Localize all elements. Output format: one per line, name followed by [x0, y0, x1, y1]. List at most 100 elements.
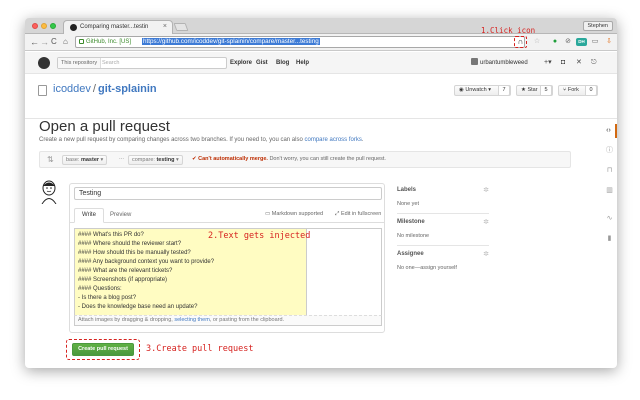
base-branch-select[interactable]: base: master ▾ — [62, 155, 108, 165]
bookmark-star-icon[interactable]: ☆ — [532, 37, 542, 47]
fullscreen-link[interactable]: ⤢ Edit in fullscreen — [335, 211, 381, 218]
fork-label: Fork — [567, 87, 579, 93]
browser-toolbar: ← → C ⌂ GitHub, Inc. [US] https://github… — [25, 34, 617, 51]
user-menu[interactable]: urbantumbleweed — [471, 57, 528, 69]
attach-images-bar[interactable]: Attach images by dragging & dropping, se… — [74, 315, 382, 326]
fork-count[interactable]: 0 — [585, 85, 597, 96]
page-title: Open a pull request — [39, 118, 170, 135]
ev-label: GitHub, Inc. [US] — [86, 38, 132, 45]
star-button[interactable]: ★ Star 5 — [516, 85, 553, 96]
github-header: This repository Search Explore Gist Blog… — [25, 52, 617, 74]
address-bar[interactable]: GitHub, Inc. [US] https://github.com/ico… — [75, 36, 525, 48]
close-window-button[interactable] — [32, 23, 38, 29]
minimize-window-button[interactable] — [41, 23, 47, 29]
octocat-logo-icon[interactable] — [38, 57, 50, 69]
repo-name-link[interactable]: git-splainin — [98, 83, 157, 95]
nav-explore[interactable]: Explore — [230, 57, 252, 69]
base-branch: master — [80, 157, 100, 163]
unwatch-button[interactable]: ◉ Unwatch ▾ 7 — [454, 85, 511, 96]
search-input[interactable]: Search — [102, 58, 119, 68]
tab-preview[interactable]: Preview — [110, 209, 131, 222]
range-dots: ... — [119, 155, 125, 161]
new-tab-button[interactable] — [173, 23, 189, 31]
markdown-supported-link[interactable]: ▭ Markdown supported — [265, 211, 323, 217]
markdown-label: Markdown supported — [271, 211, 324, 217]
username: urbantumbleweed — [480, 60, 528, 66]
divider — [397, 213, 489, 214]
merge-note: Don't worry, you can still create the pu… — [267, 156, 386, 162]
profile-button[interactable]: Stephen — [582, 21, 613, 31]
dh-extension-icon[interactable]: DH — [576, 38, 587, 46]
notifications-icon[interactable]: ◘ — [561, 57, 565, 69]
author-avatar — [41, 180, 57, 204]
compare-branch-select[interactable]: compare: testing ▾ — [128, 155, 183, 165]
labels-gear-icon[interactable]: ✲ — [483, 186, 489, 194]
cast-icon[interactable]: ▭ — [590, 37, 600, 47]
repo-title: icoddev / git-splainin — [53, 83, 157, 95]
compare-arrows-icon: ⇅ — [47, 155, 54, 164]
repo-owner-link[interactable]: icoddev — [53, 83, 91, 95]
grammar-extension-icon[interactable]: ● — [550, 37, 560, 47]
milestone-value: No milestone — [397, 233, 430, 239]
nav-help[interactable]: Help — [296, 57, 309, 69]
settings-icon[interactable]: ✕ — [576, 57, 582, 69]
reload-icon[interactable]: C — [51, 37, 57, 47]
assignee-value[interactable]: No one—assign yourself — [397, 265, 457, 271]
markdown-icon: ▭ — [265, 211, 272, 217]
repo-header: icoddev / git-splainin ◉ Unwatch ▾ 7 ★ Star… — [25, 75, 617, 119]
pull-request-icon[interactable]: ⊓ — [602, 164, 617, 178]
create-button-annotation-box: Create pull request — [66, 339, 140, 360]
pulse-icon[interactable]: ∿ — [602, 212, 617, 226]
tab-close-icon[interactable]: × — [163, 23, 167, 30]
attach-text: Attach images by dragging & dropping, — [78, 317, 175, 323]
select-images-link[interactable]: selecting them — [174, 317, 209, 323]
back-arrow-icon[interactable]: ← — [30, 37, 39, 47]
zoom-window-button[interactable] — [50, 23, 56, 29]
compare-across-forks-link[interactable]: compare across forks — [305, 137, 362, 143]
merge-warning: ✔ Can't automatically merge. — [192, 156, 268, 162]
nav-blog[interactable]: Blog — [276, 57, 289, 69]
nav-gist[interactable]: Gist — [256, 57, 268, 69]
body-line: - Does the knowledge base need an update… — [78, 304, 198, 310]
issue-icon[interactable]: ⓘ — [602, 144, 617, 158]
annotation-step-1: 1.Click icon — [481, 26, 536, 35]
body-line: #### How should this be manually tested? — [78, 250, 191, 256]
body-line: #### Screenshots (if appropriate) — [78, 277, 168, 283]
code-icon[interactable]: ‹› — [602, 124, 617, 138]
block-extension-icon[interactable]: ⊘ — [563, 37, 573, 47]
graph-icon[interactable]: ▮ — [602, 232, 617, 246]
textarea-remainder[interactable] — [307, 228, 382, 315]
home-icon[interactable]: ⌂ — [63, 37, 68, 47]
sign-out-icon[interactable]: ⎋ — [591, 57, 597, 69]
url-text[interactable]: https://github.com/icoddev/git-splainin/… — [142, 38, 320, 45]
editor-tabs: Write Preview ▭ Markdown supported ⤢ Edi… — [70, 206, 384, 223]
browser-tab[interactable]: Comparing master...testin × — [63, 20, 173, 34]
milestone-gear-icon[interactable]: ✲ — [483, 218, 489, 226]
download-icon[interactable]: ⇩ — [604, 37, 614, 47]
divider — [397, 245, 489, 246]
fork-button[interactable]: ⑂ Fork 0 — [558, 85, 598, 96]
pr-title-input[interactable]: Testing — [74, 187, 382, 200]
forward-arrow-icon[interactable]: → — [40, 37, 49, 47]
merge-status: ✔ Can't automatically merge. Don't worry… — [192, 156, 386, 162]
ev-certificate-badge[interactable]: GitHub, Inc. [US] — [79, 38, 132, 45]
base-prefix: base: — [66, 157, 81, 163]
tab-write[interactable]: Write — [74, 208, 104, 223]
wiki-icon[interactable]: ▥ — [602, 184, 617, 198]
star-label: ★ Star — [521, 87, 538, 93]
git-splainin-extension-icon[interactable]: ∩ — [514, 36, 527, 48]
star-count[interactable]: 5 — [540, 85, 552, 96]
attach-end: , or pasting from the clipboard. — [209, 317, 285, 323]
labels-heading: Labels — [397, 187, 417, 193]
create-pull-request-button[interactable]: Create pull request — [72, 343, 134, 356]
annotation-step-2: 2.Text gets injected — [208, 231, 311, 241]
tab-title: Comparing master...testin — [80, 24, 149, 30]
repo-search[interactable]: This repository Search — [57, 57, 227, 69]
watch-count[interactable]: 7 — [498, 85, 510, 96]
create-new-icon[interactable]: +▾ — [544, 57, 552, 69]
pr-body-textarea[interactable]: #### What's this PR do? #### Where shoul… — [74, 228, 307, 315]
assignee-gear-icon[interactable]: ✲ — [483, 250, 489, 258]
subtitle-text: Create a new pull request by comparing c… — [39, 137, 305, 143]
github-favicon-icon — [70, 24, 77, 31]
compare-branch: testing — [156, 157, 175, 163]
